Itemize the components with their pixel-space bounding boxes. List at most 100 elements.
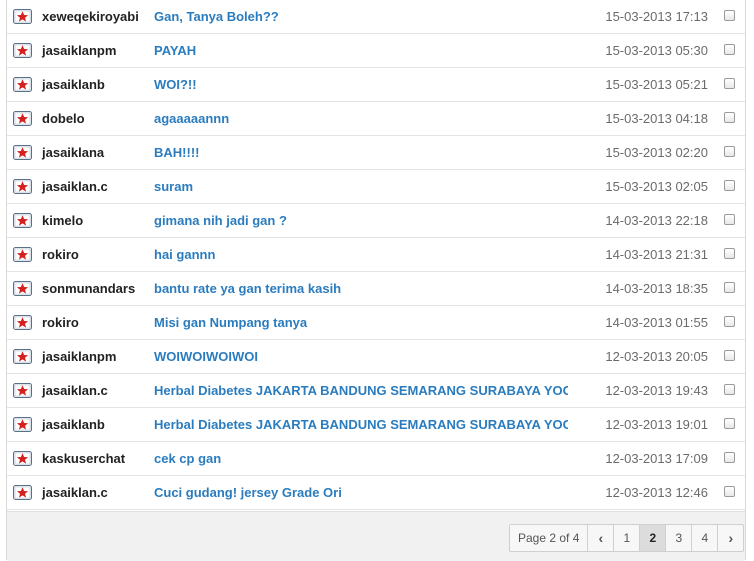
message-icon — [13, 451, 32, 466]
message-sender: xeweqekiroyabi — [42, 9, 139, 24]
message-sender: rokiro — [42, 247, 79, 262]
message-select-checkbox[interactable] — [724, 384, 735, 395]
message-row[interactable]: jasaiklan.c Herbal Diabetes JAKARTA BANDU… — [7, 374, 745, 408]
message-select-checkbox[interactable] — [724, 418, 735, 429]
message-sender: jasaiklana — [42, 145, 105, 160]
message-date: 12-03-2013 20:05 — [605, 349, 708, 364]
message-select-checkbox[interactable] — [724, 112, 735, 123]
message-date: 12-03-2013 19:43 — [605, 383, 708, 398]
message-sender: jasaiklanb — [42, 77, 105, 92]
message-date: 15-03-2013 02:20 — [605, 145, 708, 160]
page-2-button[interactable]: 2 — [640, 525, 667, 551]
page-3-button[interactable]: 3 — [666, 525, 693, 551]
message-select-checkbox[interactable] — [724, 214, 735, 225]
message-row[interactable]: jasaiklanpm WOIWOIWOIWOI 12-03-2013 20:05 — [7, 340, 745, 374]
message-icon — [13, 77, 32, 92]
message-icon — [13, 417, 32, 432]
message-sender: kimelo — [42, 213, 84, 228]
message-sender: kaskuserchat — [42, 451, 126, 466]
message-select-checkbox[interactable] — [724, 282, 735, 293]
message-sender: jasaiklan.c — [42, 485, 108, 500]
message-icon — [13, 213, 32, 228]
message-row[interactable]: jasaiklana BAH!!!! 15-03-2013 02:20 — [7, 136, 745, 170]
message-date: 12-03-2013 17:09 — [605, 451, 708, 466]
message-select-checkbox[interactable] — [724, 248, 735, 259]
message-subject-link[interactable]: Herbal Diabetes JAKARTA BANDUNG SEMARANG… — [154, 417, 568, 432]
message-list: xeweqekiroyabi Gan, Tanya Boleh?? 15-03-20… — [7, 0, 745, 510]
message-date: 15-03-2013 05:21 — [605, 77, 708, 92]
message-subject-link[interactable]: Cuci gudang! jersey Grade Ori — [154, 485, 568, 500]
message-subject-link[interactable]: Herbal Diabetes JAKARTA BANDUNG SEMARANG… — [154, 383, 568, 398]
message-row[interactable]: jasaiklan.c Cuci gudang! jersey Grade Ori… — [7, 476, 745, 510]
message-subject-link[interactable]: suram — [154, 179, 568, 194]
message-date: 15-03-2013 17:13 — [605, 9, 708, 24]
message-icon — [13, 111, 32, 126]
message-date: 15-03-2013 02:05 — [605, 179, 708, 194]
message-icon — [13, 179, 32, 194]
message-row[interactable]: xeweqekiroyabi Gan, Tanya Boleh?? 15-03-20… — [7, 0, 745, 34]
message-select-checkbox[interactable] — [724, 180, 735, 191]
message-subject-link[interactable]: WOI?!! — [154, 77, 568, 92]
message-subject-link[interactable]: bantu rate ya gan terima kasih — [154, 281, 568, 296]
message-date: 15-03-2013 04:18 — [605, 111, 708, 126]
message-select-checkbox[interactable] — [724, 452, 735, 463]
message-sender: jasaiklan.c — [42, 179, 108, 194]
message-sender: jasaiklanpm — [42, 349, 117, 364]
message-subject-link[interactable]: BAH!!!! — [154, 145, 568, 160]
page-info: Page 2 of 4 — [510, 525, 589, 551]
message-row[interactable]: dobelo agaaaaannn 15-03-2013 04:18 — [7, 102, 745, 136]
message-date: 14-03-2013 01:55 — [605, 315, 708, 330]
message-select-checkbox[interactable] — [724, 316, 735, 327]
message-sender: dobelo — [42, 111, 85, 126]
message-subject-link[interactable]: Misi gan Numpang tanya — [154, 315, 568, 330]
message-date: 15-03-2013 05:30 — [605, 43, 708, 58]
list-footer: Page 2 of 4 ‹ 1 2 3 4 › — [7, 511, 745, 561]
message-subject-link[interactable]: gimana nih jadi gan ? — [154, 213, 568, 228]
message-select-checkbox[interactable] — [724, 44, 735, 55]
message-sender: jasaiklan.c — [42, 383, 108, 398]
message-date: 12-03-2013 19:01 — [605, 417, 708, 432]
message-row[interactable]: kimelo gimana nih jadi gan ? 14-03-2013 22… — [7, 204, 745, 238]
message-subject-link[interactable]: WOIWOIWOIWOI — [154, 349, 568, 364]
message-row[interactable]: jasaiklanb WOI?!! 15-03-2013 05:21 — [7, 68, 745, 102]
prev-page-button[interactable]: ‹ — [588, 525, 615, 551]
message-sender: rokiro — [42, 315, 79, 330]
message-subject-link[interactable]: hai gannn — [154, 247, 568, 262]
message-row[interactable]: kaskuserchat cek cp gan 12-03-2013 17:09 — [7, 442, 745, 476]
message-icon — [13, 383, 32, 398]
message-sender: sonmunandars — [42, 281, 136, 296]
message-row[interactable]: jasaiklanpm PAYAH 15-03-2013 05:30 — [7, 34, 745, 68]
message-subject-link[interactable]: cek cp gan — [154, 451, 568, 466]
message-row[interactable]: rokiro Misi gan Numpang tanya 14-03-2013 0… — [7, 306, 745, 340]
next-page-button[interactable]: › — [718, 525, 743, 551]
message-date: 14-03-2013 22:18 — [605, 213, 708, 228]
message-icon — [13, 145, 32, 160]
message-select-checkbox[interactable] — [724, 486, 735, 497]
page-4-button[interactable]: 4 — [692, 525, 719, 551]
message-select-checkbox[interactable] — [724, 146, 735, 157]
message-row[interactable]: sonmunandars bantu rate ya gan terima kas… — [7, 272, 745, 306]
message-subject-link[interactable]: agaaaaannn — [154, 111, 568, 126]
message-row[interactable]: rokiro hai gannn 14-03-2013 21:31 — [7, 238, 745, 272]
message-select-checkbox[interactable] — [724, 350, 735, 361]
message-sender: jasaiklanb — [42, 417, 105, 432]
message-select-checkbox[interactable] — [724, 78, 735, 89]
message-icon — [13, 281, 32, 296]
message-date: 12-03-2013 12:46 — [605, 485, 708, 500]
message-icon — [13, 43, 32, 58]
message-sender: jasaiklanpm — [42, 43, 117, 58]
message-list-panel: xeweqekiroyabi Gan, Tanya Boleh?? 15-03-20… — [6, 0, 746, 561]
message-icon — [13, 349, 32, 364]
message-date: 14-03-2013 18:35 — [605, 281, 708, 296]
message-subject-link[interactable]: Gan, Tanya Boleh?? — [154, 9, 568, 24]
message-date: 14-03-2013 21:31 — [605, 247, 708, 262]
message-select-checkbox[interactable] — [724, 10, 735, 21]
page-1-button[interactable]: 1 — [614, 525, 641, 551]
message-icon — [13, 247, 32, 262]
message-icon — [13, 9, 32, 24]
pagination: Page 2 of 4 ‹ 1 2 3 4 › — [509, 524, 745, 552]
message-subject-link[interactable]: PAYAH — [154, 43, 568, 58]
message-row[interactable]: jasaiklan.c suram 15-03-2013 02:05 — [7, 170, 745, 204]
message-icon — [13, 315, 32, 330]
message-row[interactable]: jasaiklanb Herbal Diabetes JAKARTA BANDUN… — [7, 408, 745, 442]
